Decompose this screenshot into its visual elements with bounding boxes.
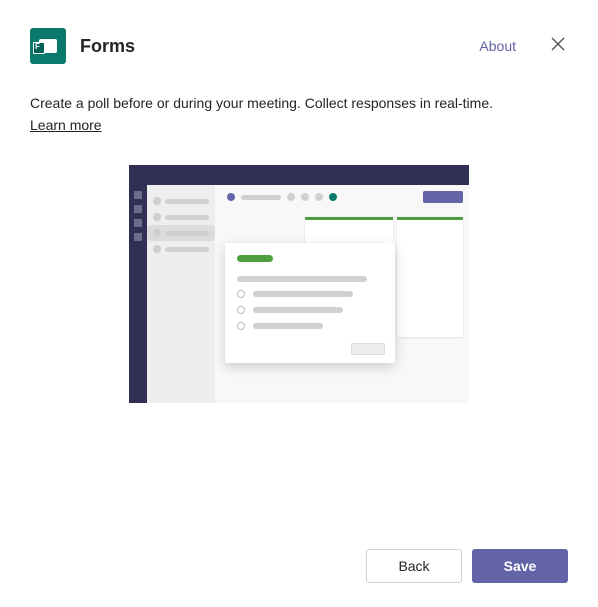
dialog-header: Forms About (0, 0, 598, 64)
back-button[interactable]: Back (366, 549, 462, 583)
learn-more-link[interactable]: Learn more (30, 116, 102, 136)
description-text: Create a poll before or during your meet… (30, 95, 493, 111)
illustration-container (0, 135, 598, 403)
close-icon (551, 37, 565, 51)
description-block: Create a poll before or during your meet… (0, 64, 598, 135)
teams-poll-illustration (129, 165, 469, 403)
forms-app-icon (30, 28, 66, 64)
close-button[interactable] (548, 37, 568, 56)
save-button[interactable]: Save (472, 549, 568, 583)
about-link[interactable]: About (479, 38, 516, 54)
app-title: Forms (80, 36, 465, 57)
dialog-footer: Back Save (366, 549, 568, 583)
